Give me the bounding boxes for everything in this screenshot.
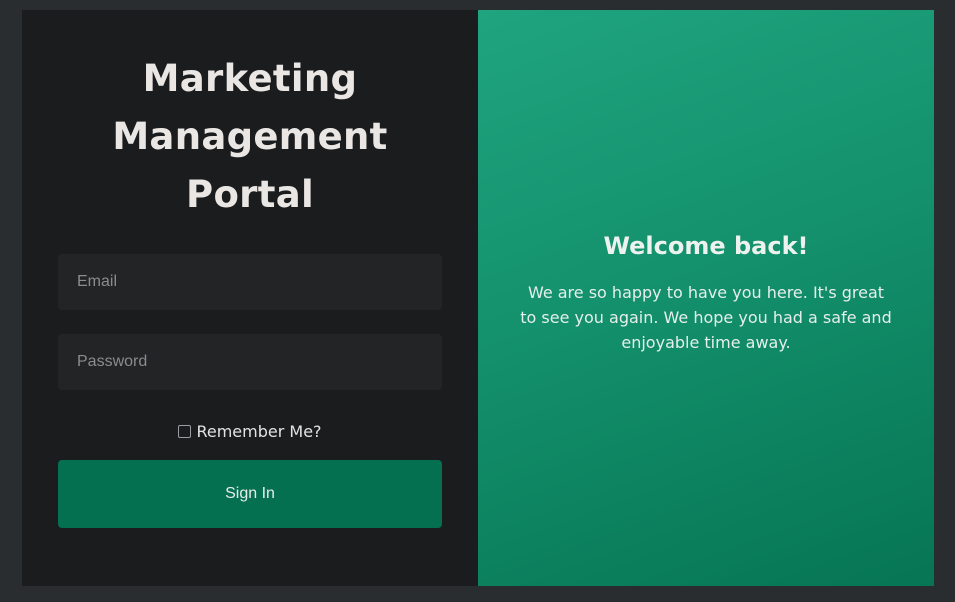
- welcome-panel: Welcome back! We are so happy to have yo…: [478, 10, 934, 586]
- page-title: Marketing Management Portal: [22, 50, 478, 224]
- email-field[interactable]: [58, 254, 442, 310]
- page-title-line-2: Management: [112, 115, 388, 158]
- login-panel: Marketing Management Portal Remember Me?…: [22, 10, 478, 586]
- remember-me-label[interactable]: Remember Me?: [196, 422, 321, 441]
- login-card: Marketing Management Portal Remember Me?…: [22, 10, 934, 586]
- sign-in-button[interactable]: Sign In: [58, 460, 442, 528]
- remember-me-row: Remember Me?: [22, 422, 478, 441]
- welcome-message: We are so happy to have you here. It's g…: [520, 283, 892, 352]
- remember-me-checkbox[interactable]: [178, 425, 192, 438]
- password-field[interactable]: [58, 334, 442, 390]
- page-title-line-1: Marketing: [142, 57, 358, 100]
- welcome-title: Welcome back!: [603, 232, 809, 260]
- page-title-line-3: Portal: [186, 173, 314, 216]
